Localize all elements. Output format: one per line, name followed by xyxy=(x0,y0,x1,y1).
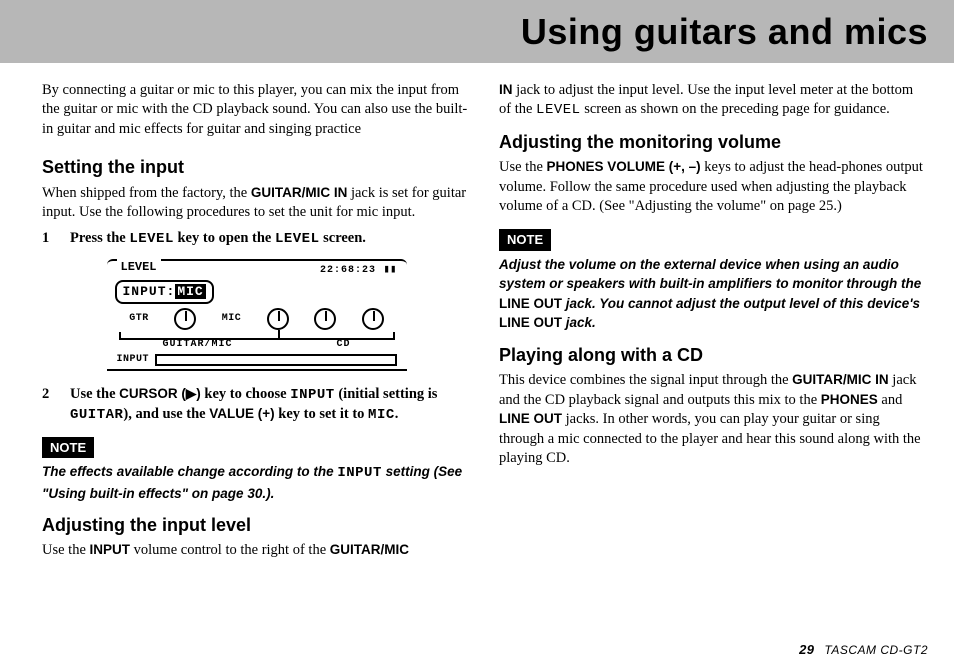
heading-setting-input: Setting the input xyxy=(42,155,471,179)
jack-label: PHONES xyxy=(821,392,878,407)
key-label: LEVEL xyxy=(129,231,174,247)
heading-adjust-input-level: Adjusting the input level xyxy=(42,513,471,537)
adjust-level-paragraph: Use the INPUT volume control to the righ… xyxy=(42,541,471,561)
lcd-mic-label: MIC xyxy=(222,312,242,326)
step-text: Use the CURSOR (▶) key to choose INPUT (… xyxy=(70,385,471,425)
page-footer: 29 TASCAM CD-GT2 xyxy=(799,641,928,659)
step-text: Press the LEVEL key to open the LEVEL sc… xyxy=(70,229,471,249)
lcd-screenshot: LEVEL 22:68:23 ▮▮ INPUT:MIC GTR MIC xyxy=(107,257,407,373)
dial-icon xyxy=(314,308,336,330)
text: jack. You cannot adjust the output level… xyxy=(562,296,920,311)
screen-label: LEVEL xyxy=(275,231,320,247)
lcd-time: 22:68:23 xyxy=(320,265,376,276)
jack-label: LINE OUT xyxy=(499,315,562,330)
key-label: CURSOR (▶) xyxy=(119,386,201,401)
param-label: INPUT xyxy=(290,387,335,403)
text: Use the xyxy=(70,386,119,402)
heading-playing-along: Playing along with a CD xyxy=(499,343,928,367)
note-badge: NOTE xyxy=(499,229,551,251)
page-title: Using guitars and mics xyxy=(26,8,928,57)
step-2: 2 Use the CURSOR (▶) key to choose INPUT… xyxy=(42,385,471,425)
text: volume control to the right of the xyxy=(130,542,330,558)
setting-input-paragraph: When shipped from the factory, the GUITA… xyxy=(42,184,471,223)
heading-monitoring-volume: Adjusting the monitoring volume xyxy=(499,130,928,154)
page-number: 29 xyxy=(799,642,814,657)
playing-along-paragraph: This device combines the signal input th… xyxy=(499,371,928,469)
value-label: MIC xyxy=(368,407,395,423)
text: This device combines the signal input th… xyxy=(499,372,792,388)
step-1: 1 Press the LEVEL key to open the LEVEL … xyxy=(42,229,471,249)
lcd-level-meter xyxy=(155,354,396,366)
key-label: PHONES VOLUME (+, –) xyxy=(547,159,701,174)
jack-label: IN xyxy=(499,82,513,97)
text: Use the xyxy=(499,159,547,175)
lcd-bracket xyxy=(119,332,395,340)
jack-label: LINE OUT xyxy=(499,296,562,311)
text: Adjust the volume on the external device… xyxy=(499,257,921,292)
model-label: TASCAM CD-GT2 xyxy=(824,643,928,657)
left-gray-stripe xyxy=(0,0,34,56)
right-column: IN jack to adjust the input level. Use t… xyxy=(499,81,928,567)
text: jacks. In other words, you can play your… xyxy=(499,411,921,466)
text: When shipped from the factory, the xyxy=(42,185,251,201)
text: (initial setting is xyxy=(335,386,438,402)
text: screen as shown on the preceding page fo… xyxy=(581,101,890,117)
step-number: 2 xyxy=(42,385,56,425)
jack-label: GUITAR/MIC IN xyxy=(251,185,348,200)
lcd-title: LEVEL xyxy=(117,259,161,276)
text: and xyxy=(878,392,903,408)
control-label: INPUT xyxy=(90,542,131,557)
jack-label: GUITAR/MIC IN xyxy=(792,372,889,387)
monitoring-volume-paragraph: Use the PHONES VOLUME (+, –) keys to adj… xyxy=(499,158,928,217)
text: key to set it to xyxy=(275,406,368,422)
left-column: By connecting a guitar or mic to this pl… xyxy=(42,81,471,567)
steps-list: 1 Press the LEVEL key to open the LEVEL … xyxy=(42,229,471,249)
jack-label: LINE OUT xyxy=(499,411,562,426)
text: ), and use the xyxy=(123,406,209,422)
intro-paragraph: By connecting a guitar or mic to this pl… xyxy=(42,81,471,140)
key-label: VALUE (+) xyxy=(209,406,274,421)
battery-icon: ▮▮ xyxy=(383,264,396,276)
lcd-gtr-label: GTR xyxy=(129,312,149,326)
step-number: 1 xyxy=(42,229,56,249)
text: jack. xyxy=(562,315,596,330)
param-label: INPUT xyxy=(337,465,382,481)
content-columns: By connecting a guitar or mic to this pl… xyxy=(0,81,954,567)
lcd-input-label: INPUT: xyxy=(123,284,176,299)
text: Use the xyxy=(42,542,90,558)
text: key to open the xyxy=(174,230,275,246)
continuation-paragraph: IN jack to adjust the input level. Use t… xyxy=(499,81,928,120)
note-body: Adjust the volume on the external device… xyxy=(499,255,928,333)
note-body: The effects available change according t… xyxy=(42,462,471,503)
page-header-bar: Using guitars and mics xyxy=(0,0,954,63)
lcd-guitar-mic-label: GUITAR/MIC xyxy=(162,338,232,352)
text: Press the xyxy=(70,230,129,246)
lcd-cd-label: CD xyxy=(336,338,350,352)
lcd-input-value: MIC xyxy=(175,284,205,299)
text: . xyxy=(395,406,399,422)
text: screen. xyxy=(319,230,365,246)
dial-icon xyxy=(362,308,384,330)
value-label: GUITAR xyxy=(70,407,123,423)
note-badge: NOTE xyxy=(42,437,94,459)
lcd-input-foot: INPUT xyxy=(117,353,150,367)
text: The effects available change according t… xyxy=(42,464,337,479)
jack-label: GUITAR/MIC xyxy=(330,542,409,557)
dial-icon xyxy=(267,308,289,330)
dial-icon xyxy=(174,308,196,330)
screen-label: LEVEL xyxy=(536,102,581,118)
lcd-input-field: INPUT:MIC xyxy=(115,280,214,304)
steps-list-cont: 2 Use the CURSOR (▶) key to choose INPUT… xyxy=(42,385,471,425)
text: key to choose xyxy=(201,386,290,402)
